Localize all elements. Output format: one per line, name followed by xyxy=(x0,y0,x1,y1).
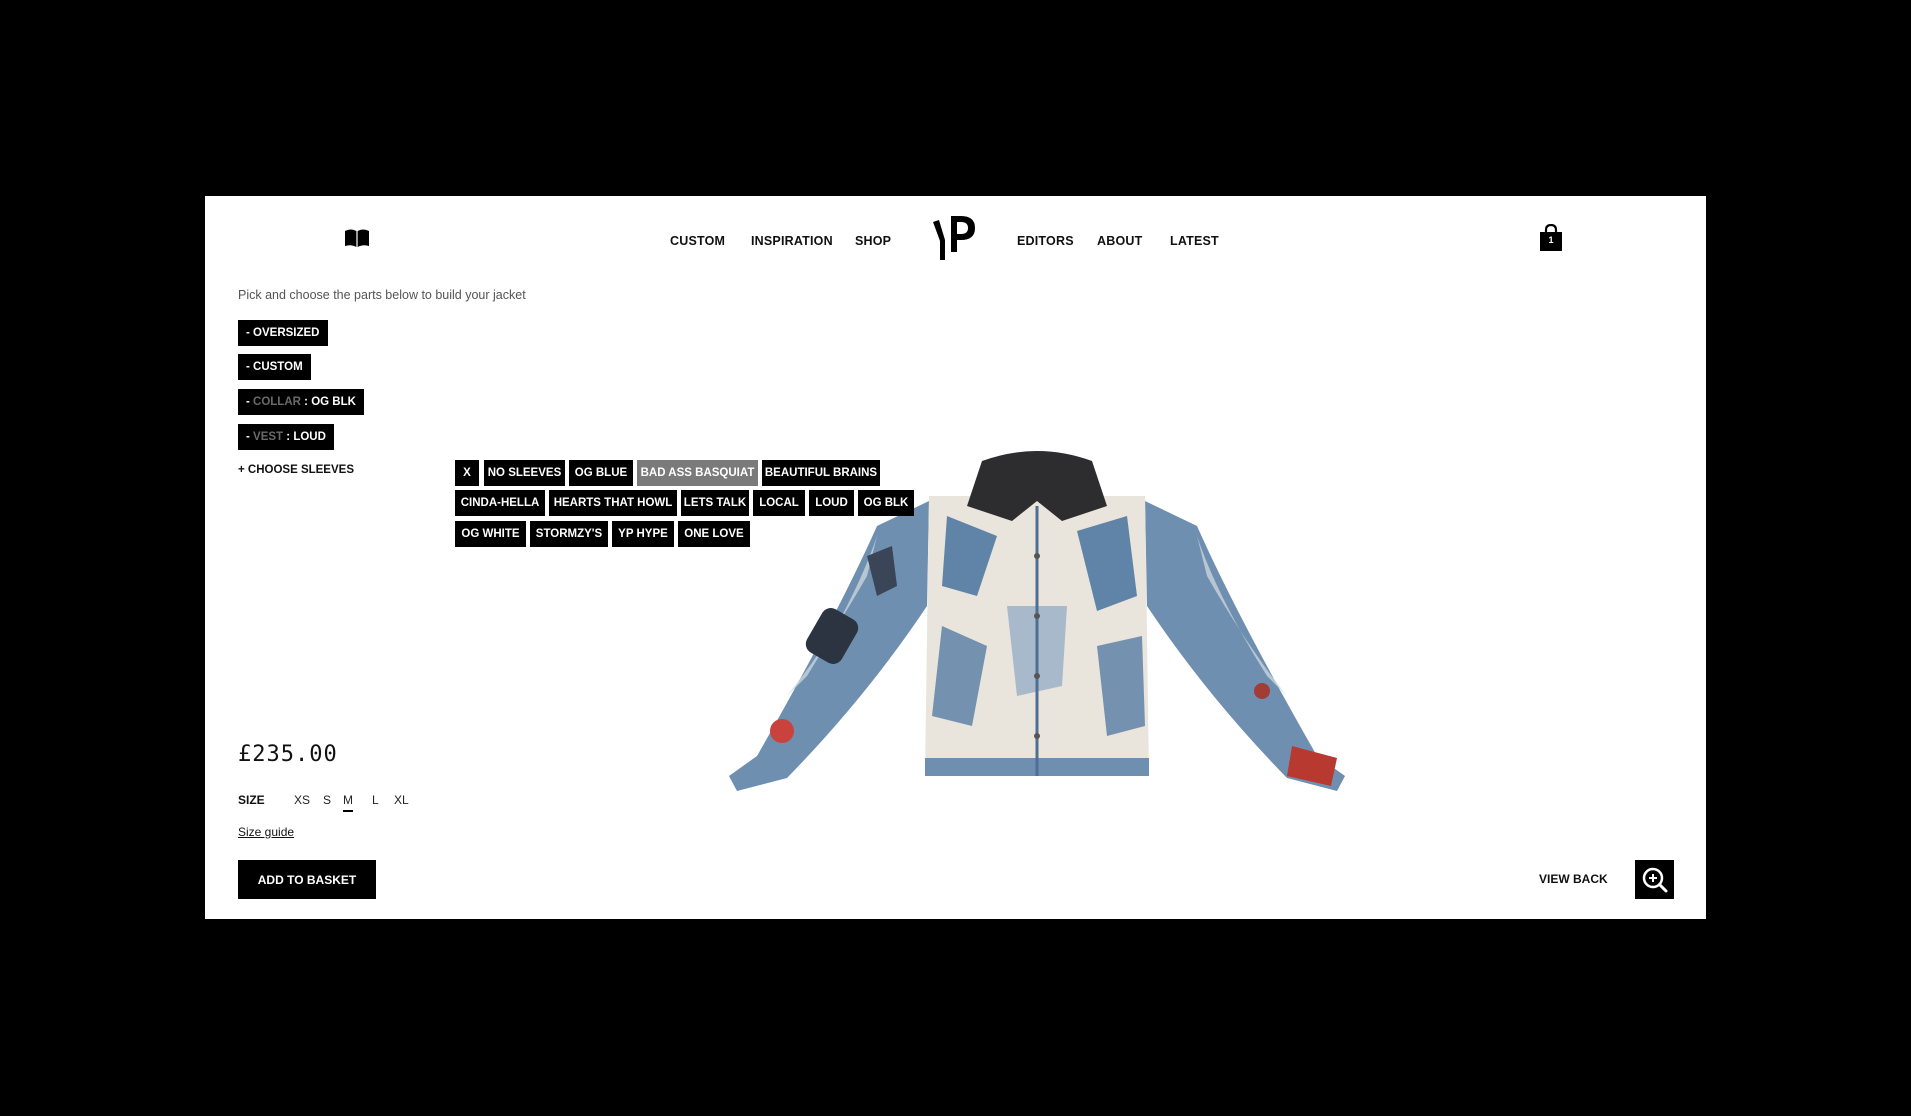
sleeve-option-og-white[interactable]: OG WHITE xyxy=(455,521,526,547)
sleeve-option-loud[interactable]: LOUD xyxy=(809,490,854,516)
sleeve-option-x[interactable]: X xyxy=(455,460,479,486)
sleeve-option-beautiful-brains[interactable]: BEAUTIFUL BRAINS xyxy=(762,460,880,486)
sleeve-option-og-blue[interactable]: OG BLUE xyxy=(569,460,633,486)
sleeve-option-local[interactable]: LOCAL xyxy=(753,490,805,516)
part-prefix: - xyxy=(246,327,254,339)
size-xl[interactable]: XL xyxy=(394,793,409,807)
size-s[interactable]: S xyxy=(323,793,331,807)
sleeve-option-lets-talk[interactable]: LETS TALK xyxy=(681,490,749,516)
part-value: LOUD xyxy=(293,431,326,443)
size-guide-link[interactable]: Size guide xyxy=(238,825,294,839)
nav-custom[interactable]: CUSTOM xyxy=(670,234,725,248)
zoom-button[interactable] xyxy=(1635,860,1674,899)
sleeve-option-yp-hype[interactable]: YP HYPE xyxy=(612,521,674,547)
sleeve-option-cinda-hella[interactable]: CINDA-HELLA xyxy=(455,490,545,516)
page-frame: CUSTOM INSPIRATION SHOP EDITORS ABOUT LA… xyxy=(205,196,1706,919)
sleeve-option-hearts-that-howl[interactable]: HEARTS THAT HOWL xyxy=(549,490,677,516)
nav-about[interactable]: ABOUT xyxy=(1097,234,1142,248)
nav-editors[interactable]: EDITORS xyxy=(1017,234,1074,248)
part-vest[interactable]: - VEST : LOUD xyxy=(238,424,334,450)
size-xs[interactable]: XS xyxy=(294,793,310,807)
part-prefix: - xyxy=(246,431,254,443)
book-icon[interactable] xyxy=(344,228,370,248)
part-custom[interactable]: - CUSTOM xyxy=(238,354,311,380)
price: £235.00 xyxy=(238,742,338,767)
part-sep: : xyxy=(300,396,312,408)
part-value: OG BLK xyxy=(311,396,356,408)
sleeve-option-og-blk[interactable]: OG BLK xyxy=(858,490,914,516)
logo[interactable] xyxy=(931,216,979,262)
size-m[interactable]: M xyxy=(343,793,353,812)
choose-sleeves-toggle[interactable]: + CHOOSE SLEEVES xyxy=(238,464,354,476)
sleeve-option-stormzys[interactable]: STORMZY'S xyxy=(530,521,608,547)
part-value: CUSTOM xyxy=(253,361,303,373)
size-label: SIZE xyxy=(238,793,265,807)
basket-button[interactable]: 1 xyxy=(1539,223,1563,252)
part-value: OVERSIZED xyxy=(253,327,320,339)
add-to-basket-button[interactable]: ADD TO BASKET xyxy=(238,860,376,899)
size-l[interactable]: L xyxy=(372,793,379,807)
sleeve-option-one-love[interactable]: ONE LOVE xyxy=(678,521,750,547)
nav-shop[interactable]: SHOP xyxy=(855,234,891,248)
part-label: VEST xyxy=(253,431,284,443)
view-back-button[interactable]: VIEW BACK xyxy=(1539,872,1608,886)
zoom-in-icon xyxy=(1642,867,1668,893)
part-collar[interactable]: - COLLAR : OG BLK xyxy=(238,389,364,415)
part-oversized[interactable]: - OVERSIZED xyxy=(238,320,328,346)
part-sep: : xyxy=(283,431,294,443)
part-prefix: - xyxy=(246,361,254,373)
basket-count: 1 xyxy=(1548,235,1554,245)
builder-intro: Pick and choose the parts below to build… xyxy=(238,288,526,302)
sleeve-option-bad-ass-basquiat[interactable]: BAD ASS BASQUIAT xyxy=(637,460,758,486)
nav-inspiration[interactable]: INSPIRATION xyxy=(751,234,833,248)
nav-latest[interactable]: LATEST xyxy=(1170,234,1219,248)
part-prefix: - xyxy=(246,396,254,408)
sleeve-option-no-sleeves[interactable]: NO SLEEVES xyxy=(484,460,565,486)
part-label: COLLAR xyxy=(253,396,301,408)
